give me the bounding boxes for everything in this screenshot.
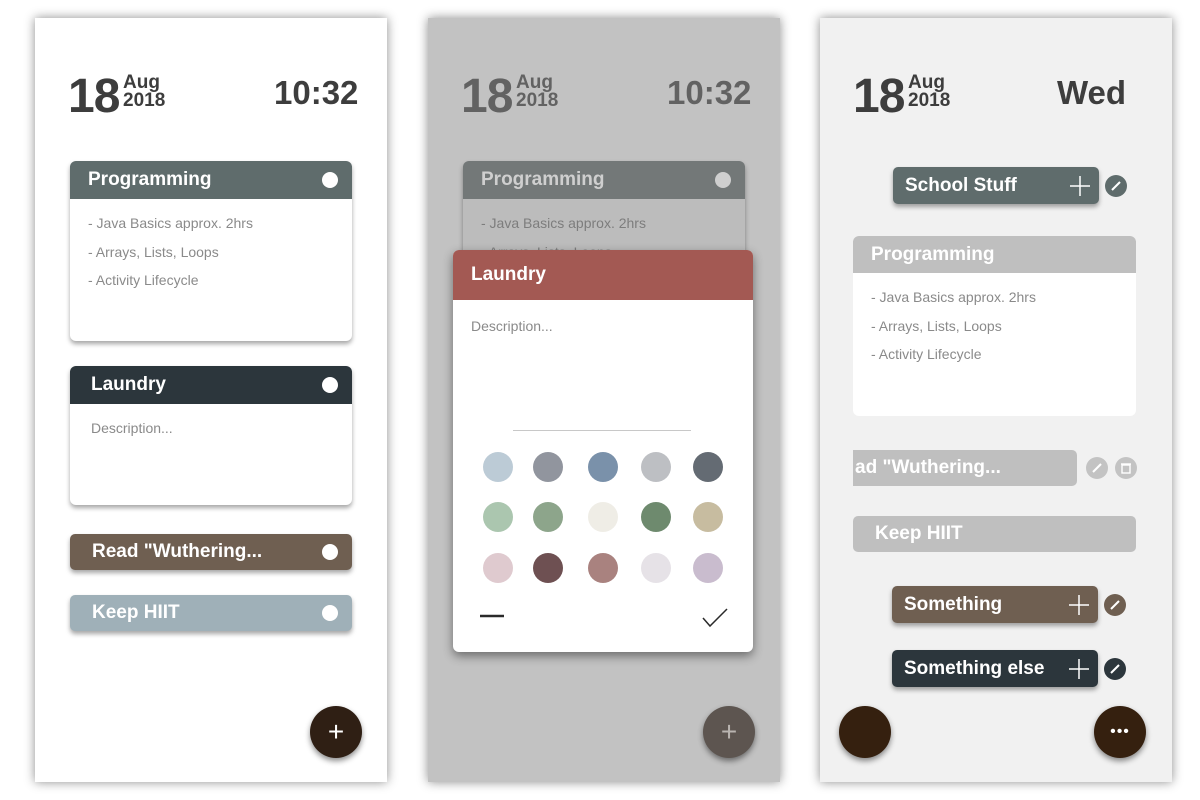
- plus-icon[interactable]: [1069, 175, 1091, 197]
- card-line: - Java Basics approx. 2hrs: [481, 215, 646, 231]
- clock-time: 10:32: [667, 74, 752, 111]
- color-swatch[interactable]: [483, 502, 513, 532]
- card-line: - Java Basics approx. 2hrs: [871, 289, 1036, 305]
- category-label: Something else: [904, 657, 1045, 679]
- color-swatch[interactable]: [693, 502, 723, 532]
- edit-category-button[interactable]: [1104, 658, 1126, 680]
- task-label: ad "Wuthering...: [855, 457, 1001, 478]
- card-description: Description...: [91, 420, 173, 436]
- complete-toggle-icon[interactable]: [322, 172, 338, 188]
- more-options-button[interactable]: •••: [1094, 706, 1146, 758]
- plus-icon: +: [720, 716, 738, 747]
- task-label: Read "Wuthering...: [92, 541, 263, 562]
- complete-toggle-icon[interactable]: [322, 544, 338, 560]
- laundry-card-title: Laundry: [91, 374, 166, 395]
- category-something-else[interactable]: Something else: [892, 650, 1098, 687]
- description-input[interactable]: Description...: [471, 318, 553, 334]
- check-icon[interactable]: [701, 606, 729, 630]
- clock-time: 10:32: [274, 74, 359, 111]
- color-swatch[interactable]: [533, 502, 563, 532]
- programming-card-body: - Java Basics approx. 2hrs - Arrays, Lis…: [70, 199, 352, 305]
- task-label: Keep HIIT: [875, 523, 963, 544]
- color-swatch[interactable]: [693, 553, 723, 583]
- screen-task-list: 18 Aug 2018 10:32 Programming - Java Bas…: [35, 18, 387, 782]
- color-swatch[interactable]: [588, 452, 618, 482]
- laundry-card-header: Laundry: [70, 366, 352, 404]
- programming-card-title: Programming: [481, 169, 605, 190]
- dialog-header[interactable]: Laundry: [453, 250, 753, 300]
- more-icon: •••: [1110, 723, 1130, 740]
- edit-category-button[interactable]: [1105, 175, 1127, 197]
- color-swatch[interactable]: [641, 452, 671, 482]
- weekday-label: Wed: [1057, 74, 1127, 111]
- description-underline: [513, 430, 691, 431]
- dialog-title[interactable]: Laundry: [471, 264, 546, 286]
- color-swatch[interactable]: [483, 452, 513, 482]
- pencil-icon: [1110, 600, 1120, 610]
- color-swatch[interactable]: [588, 553, 618, 583]
- category-school-stuff[interactable]: School Stuff: [893, 167, 1099, 204]
- task-label: Keep HIIT: [92, 602, 180, 623]
- programming-card-header: Programming: [853, 236, 1136, 273]
- color-swatch[interactable]: [641, 553, 671, 583]
- screen-edit-dialog: 18 Aug 2018 10:32 Programming - Java Bas…: [428, 18, 780, 782]
- color-swatch[interactable]: [533, 553, 563, 583]
- complete-toggle-icon: [715, 172, 731, 188]
- programming-card-title: Programming: [871, 243, 995, 265]
- color-filter-button[interactable]: [839, 706, 891, 758]
- date-day: 18: [68, 70, 120, 123]
- trash-icon: [1121, 463, 1131, 474]
- color-swatch[interactable]: [533, 452, 563, 482]
- task-read-wuthering[interactable]: Read "Wuthering...: [70, 534, 352, 570]
- minus-icon[interactable]: [479, 610, 505, 622]
- add-task-button[interactable]: +: [703, 706, 755, 758]
- programming-card-header: Programming: [70, 161, 352, 199]
- task-keep-hiit[interactable]: Keep HIIT: [853, 516, 1136, 552]
- delete-task-button[interactable]: [1115, 457, 1137, 479]
- category-something[interactable]: Something: [892, 586, 1098, 623]
- date-year: 2018: [123, 90, 166, 111]
- plus-icon[interactable]: [1068, 594, 1090, 616]
- card-line: - Arrays, Lists, Loops: [88, 243, 219, 260]
- pencil-icon: [1092, 463, 1102, 473]
- card-line: - Arrays, Lists, Loops: [871, 317, 1002, 334]
- card-line: - Java Basics approx. 2hrs: [88, 215, 253, 231]
- programming-card-body: - Java Basics approx. 2hrs - Arrays, Lis…: [853, 273, 1136, 379]
- color-swatch[interactable]: [693, 452, 723, 482]
- complete-toggle-icon[interactable]: [322, 605, 338, 621]
- task-swiped-wuthering[interactable]: ad "Wuthering...: [853, 450, 1077, 486]
- color-swatch[interactable]: [483, 553, 513, 583]
- card-line: - Activity Lifecycle: [88, 272, 199, 288]
- programming-card[interactable]: Programming - Java Basics approx. 2hrs -…: [70, 161, 352, 341]
- color-swatch[interactable]: [588, 502, 618, 532]
- task-keep-hiit[interactable]: Keep HIIT: [70, 595, 352, 631]
- pencil-icon: [1111, 181, 1121, 191]
- color-swatch[interactable]: [641, 502, 671, 532]
- plus-icon[interactable]: [1068, 658, 1090, 680]
- edit-task-button[interactable]: [1086, 457, 1108, 479]
- card-line: - Activity Lifecycle: [871, 346, 982, 362]
- date-year: 2018: [908, 90, 951, 111]
- add-task-button[interactable]: +: [310, 706, 362, 758]
- edit-task-dialog: Laundry Description...: [453, 250, 753, 652]
- date-day: 18: [461, 70, 513, 123]
- plus-icon: +: [327, 716, 345, 747]
- pencil-icon: [1110, 664, 1120, 674]
- laundry-card[interactable]: Laundry Description...: [70, 366, 352, 505]
- laundry-card-body: Description...: [70, 404, 352, 453]
- programming-card[interactable]: Programming - Java Basics approx. 2hrs -…: [853, 236, 1136, 416]
- date-day: 18: [853, 70, 905, 123]
- category-label: Something: [904, 593, 1003, 615]
- date-year: 2018: [516, 90, 559, 111]
- edit-category-button[interactable]: [1104, 594, 1126, 616]
- programming-card-title: Programming: [88, 169, 212, 190]
- programming-card-header: Programming: [463, 161, 745, 199]
- complete-toggle-icon[interactable]: [322, 377, 338, 393]
- screen-categories: 18 Aug 2018 Wed School Stuff Programming…: [820, 18, 1172, 782]
- category-label: School Stuff: [905, 174, 1017, 196]
